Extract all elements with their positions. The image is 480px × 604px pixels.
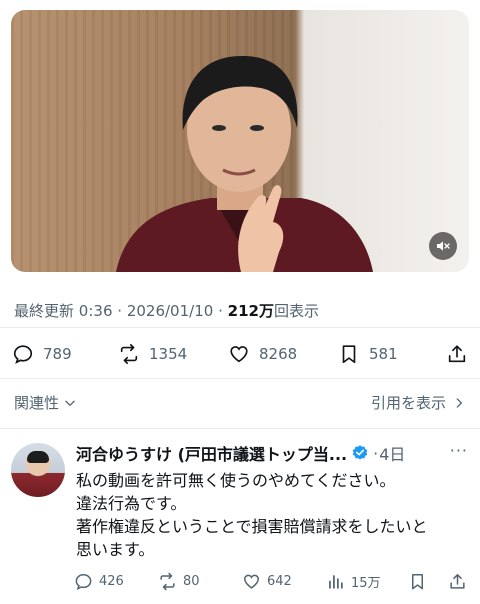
like-button[interactable]: 8268 xyxy=(228,340,297,368)
like-count: 8268 xyxy=(259,345,298,363)
analytics-icon xyxy=(329,574,343,589)
divider xyxy=(0,378,480,379)
reply-time-separator: · xyxy=(373,443,379,463)
video-player[interactable] xyxy=(11,10,469,272)
sort-relevance-dropdown[interactable]: 関連性 xyxy=(14,392,77,413)
reply-views-button[interactable]: 15万 xyxy=(326,570,381,592)
reply-text-line: 著作権違反ということで損害賠償請求をしたいと xyxy=(76,517,428,536)
bookmark-icon xyxy=(411,573,424,589)
divider xyxy=(0,428,480,429)
divider xyxy=(0,327,480,328)
reply-text-line: 違法行為です。 xyxy=(76,494,187,513)
heart-icon xyxy=(230,346,248,363)
reply-icon xyxy=(75,573,92,590)
reply-repost-button[interactable]: 80 xyxy=(158,570,200,592)
bookmark-button[interactable]: 581 xyxy=(338,340,398,368)
reply-repost-count: 80 xyxy=(183,573,200,589)
reply-like-count: 642 xyxy=(267,573,292,589)
bookmark-icon xyxy=(342,345,356,364)
mute-button[interactable] xyxy=(429,232,457,260)
chevron-right-icon xyxy=(456,397,462,408)
share-button[interactable] xyxy=(446,340,468,368)
more-options-button[interactable]: ··· xyxy=(450,441,468,460)
view-quotes-label: 引用を表示 xyxy=(370,394,446,412)
meta-separator: · xyxy=(117,302,123,320)
post-date[interactable]: 2026/01/10 xyxy=(127,302,213,320)
repost-count: 1354 xyxy=(149,345,188,363)
reply-text-line: 私の動画を許可無く使うのやめてください。 xyxy=(76,471,396,490)
reply-share-button[interactable] xyxy=(448,570,467,592)
reply-text-line: 思います。 xyxy=(76,540,155,559)
sort-label: 関連性 xyxy=(14,394,60,412)
post-meta: 最終更新 0:36 · 2026/01/10 · 212万回表示 xyxy=(14,300,319,321)
reply-bookmark-button[interactable] xyxy=(408,570,427,592)
last-updated-label: 最終更新 xyxy=(14,302,75,320)
repost-icon xyxy=(160,572,175,590)
repost-button[interactable]: 1354 xyxy=(118,340,187,368)
heart-icon xyxy=(244,574,259,589)
reply-time[interactable]: 4日 xyxy=(379,441,405,465)
avatar-hair xyxy=(27,451,49,463)
reply-reply-count: 426 xyxy=(99,573,124,589)
reply-icon xyxy=(13,345,33,364)
reply-like-button[interactable]: 642 xyxy=(242,570,292,592)
views-count: 212万 xyxy=(227,302,274,320)
reply-author-name[interactable]: 河合ゆうすけ (戸田市議選トップ当... xyxy=(76,441,347,465)
share-icon xyxy=(450,573,465,589)
reply-action-bar: 426 80 642 15万 xyxy=(74,570,470,592)
avatar[interactable] xyxy=(11,443,65,497)
reply-header: 河合ゆうすけ (戸田市議選トップ当... · 4日 ··· xyxy=(76,441,468,465)
reply-count: 789 xyxy=(43,345,72,363)
reply-button[interactable]: 789 xyxy=(12,340,72,368)
video-frame-person xyxy=(116,55,373,272)
reply-reply-button[interactable]: 426 xyxy=(74,570,124,592)
post-time[interactable]: 0:36 xyxy=(79,302,113,320)
post-action-bar: 789 1354 8268 581 xyxy=(12,340,470,368)
reply-views-count: 15万 xyxy=(351,575,381,591)
meta-separator: · xyxy=(218,302,223,320)
chevron-down-icon xyxy=(65,400,75,406)
bookmark-count: 581 xyxy=(369,345,398,363)
reply-text: 私の動画を許可無く使うのやめてください。 違法行為です。 著作権違反ということで… xyxy=(76,469,468,561)
share-icon xyxy=(448,345,466,363)
views-label: 回表示 xyxy=(273,302,319,320)
repost-icon xyxy=(120,344,138,364)
verified-badge-icon xyxy=(352,445,368,460)
view-quotes-link[interactable]: 引用を表示 xyxy=(371,392,466,413)
speaker-muted-icon xyxy=(437,241,450,251)
